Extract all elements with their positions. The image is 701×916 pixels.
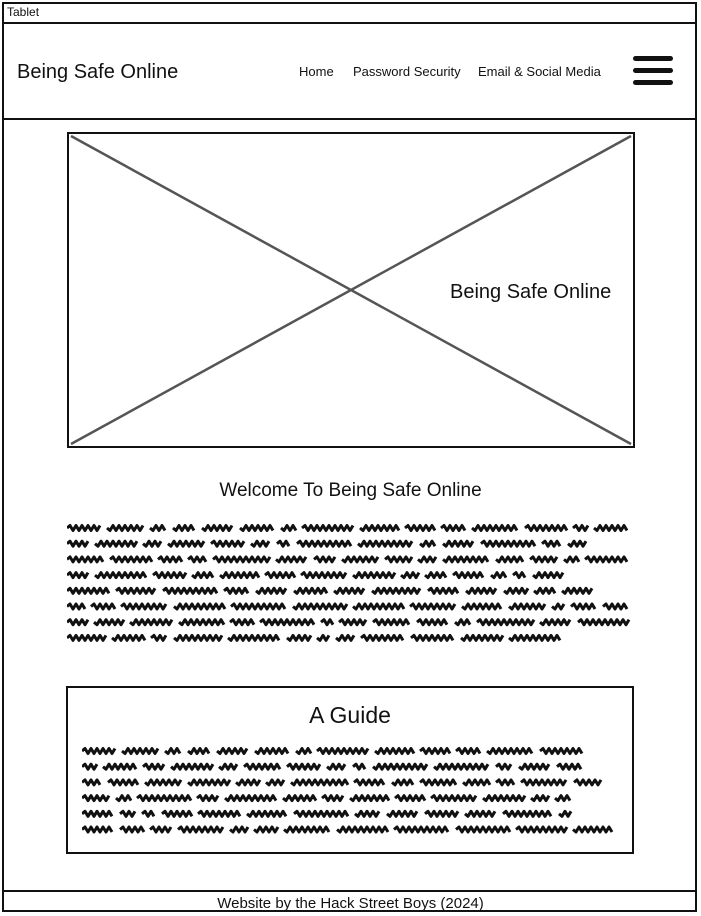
site-brand[interactable]: Being Safe Online <box>17 61 178 84</box>
footer-credit: Website by the Hack Street Boys (2024) <box>217 895 484 912</box>
guide-text-scribble <box>82 747 614 834</box>
nav-email-social-media[interactable]: Email & Social Media <box>478 64 601 79</box>
welcome-heading: Welcome To Being Safe Online <box>219 480 482 501</box>
nav-home[interactable]: Home <box>299 64 334 79</box>
device-label: Tablet <box>7 5 40 19</box>
welcome-text-scribble <box>67 524 631 642</box>
hamburger-menu-icon[interactable] <box>633 56 673 86</box>
hero-title: Being Safe Online <box>450 281 612 303</box>
footer-divider <box>2 890 697 892</box>
device-label-bar: Tablet <box>2 2 697 24</box>
nav-password-security[interactable]: Password Security <box>353 64 461 79</box>
site-header: Being Safe Online Home Password Security… <box>2 24 697 120</box>
guide-heading: A Guide <box>309 702 391 728</box>
